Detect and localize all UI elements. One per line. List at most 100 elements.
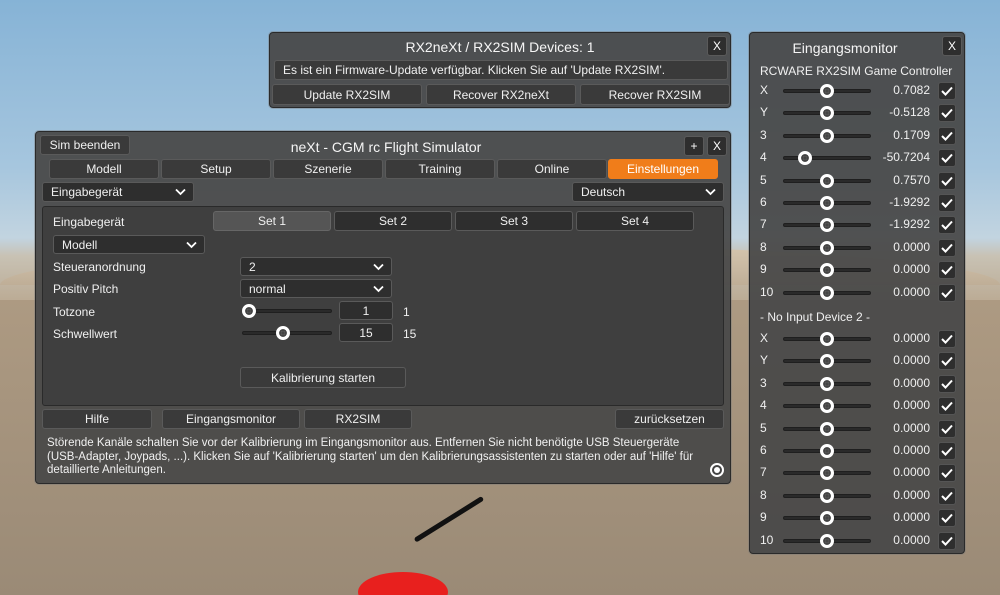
channel-enable-checkbox[interactable] <box>938 194 956 212</box>
slider-knob[interactable] <box>820 444 834 458</box>
totzone-input[interactable]: 1 <box>339 301 393 320</box>
input-monitor-close-button[interactable]: X <box>942 36 962 56</box>
slider-knob[interactable] <box>798 151 812 166</box>
channel-slider[interactable] <box>783 217 871 233</box>
slider-knob[interactable] <box>820 263 834 278</box>
channel-enable-checkbox[interactable] <box>938 374 956 393</box>
quit-sim-button[interactable]: Sim beenden <box>40 135 130 155</box>
channel-slider[interactable] <box>783 128 871 144</box>
slider-knob[interactable] <box>820 285 834 300</box>
channel-value: 0.0000 <box>893 262 930 277</box>
channel-slider[interactable] <box>783 331 871 347</box>
channel-slider[interactable] <box>783 533 871 549</box>
schwellwert-input[interactable]: 15 <box>339 323 393 342</box>
help-button[interactable]: Hilfe <box>42 409 152 429</box>
add-window-button[interactable]: + <box>684 136 704 156</box>
slider-knob[interactable] <box>820 218 834 233</box>
channel-slider[interactable] <box>783 150 871 166</box>
set-1-button[interactable]: Set 1 <box>213 211 331 231</box>
channel-enable-checkbox[interactable] <box>938 419 956 438</box>
slider-knob[interactable] <box>820 533 834 548</box>
calibrate-button[interactable]: Kalibrierung starten <box>240 367 406 388</box>
channel-enable-checkbox[interactable] <box>938 486 956 505</box>
rx2sim-close-button[interactable]: X <box>707 36 727 56</box>
channel-enable-checkbox[interactable] <box>938 330 956 348</box>
totzone-slider[interactable] <box>242 303 332 319</box>
tab-szenerie[interactable]: Szenerie <box>273 159 383 179</box>
checkmark-icon <box>941 469 953 479</box>
channel-slider[interactable] <box>783 488 871 504</box>
slider-knob[interactable] <box>820 196 834 210</box>
slider-knob[interactable] <box>820 488 834 503</box>
channel-slider[interactable] <box>783 443 871 459</box>
slider-knob[interactable] <box>820 421 834 436</box>
channel-slider[interactable] <box>783 240 871 256</box>
slider-knob[interactable] <box>820 173 834 188</box>
channel-enable-checkbox[interactable] <box>938 171 956 190</box>
set-3-button[interactable]: Set 3 <box>455 211 573 231</box>
channel-slider[interactable] <box>783 285 871 301</box>
channel-enable-checkbox[interactable] <box>938 509 956 528</box>
channel-enable-checkbox[interactable] <box>938 261 956 280</box>
slider-knob[interactable] <box>242 304 256 318</box>
slider-knob[interactable] <box>820 399 834 414</box>
slider-knob[interactable] <box>820 511 834 526</box>
slider-knob[interactable] <box>820 376 834 391</box>
info-toggle-radio[interactable] <box>710 463 724 477</box>
tab-setup[interactable]: Setup <box>161 159 271 179</box>
channel-enable-checkbox[interactable] <box>938 464 956 483</box>
category-select[interactable]: Eingabegerät <box>42 182 194 202</box>
slider-knob[interactable] <box>820 106 834 121</box>
channel-slider[interactable] <box>783 353 871 369</box>
set-2-button[interactable]: Set 2 <box>334 211 452 231</box>
channel-slider[interactable] <box>783 398 871 414</box>
model-select[interactable]: Modell <box>53 235 205 254</box>
channel-enable-checkbox[interactable] <box>938 531 956 550</box>
channel-slider[interactable] <box>783 83 871 99</box>
channel-slider[interactable] <box>783 465 871 481</box>
channel-enable-checkbox[interactable] <box>938 126 956 145</box>
channel-enable-checkbox[interactable] <box>938 397 956 416</box>
channel-enable-checkbox[interactable] <box>938 442 956 460</box>
channel-enable-checkbox[interactable] <box>938 104 956 123</box>
channel-slider[interactable] <box>783 195 871 211</box>
slider-knob[interactable] <box>820 84 834 98</box>
channel-enable-checkbox[interactable] <box>938 149 956 168</box>
checkmark-icon <box>941 198 953 208</box>
steueranordnung-select[interactable]: 2 <box>240 257 392 276</box>
recover-rx2next-button[interactable]: Recover RX2neXt <box>426 84 576 105</box>
channel-enable-checkbox[interactable] <box>938 238 956 257</box>
tab-einstellungen[interactable]: Einstellungen <box>608 159 718 179</box>
rx2sim-button[interactable]: RX2SIM <box>304 409 412 429</box>
schwellwert-slider[interactable] <box>242 325 332 341</box>
slider-knob[interactable] <box>820 332 834 346</box>
set-4-button[interactable]: Set 4 <box>576 211 694 231</box>
channel-enable-checkbox[interactable] <box>938 283 956 302</box>
tab-training[interactable]: Training <box>385 159 495 179</box>
chevron-down-icon <box>373 263 384 270</box>
slider-knob[interactable] <box>276 326 291 340</box>
slider-knob[interactable] <box>820 466 834 481</box>
slider-knob[interactable] <box>820 128 834 143</box>
input-monitor-button[interactable]: Eingangsmonitor <box>162 409 300 429</box>
channel-slider[interactable] <box>783 105 871 121</box>
channel-enable-checkbox[interactable] <box>938 352 956 371</box>
channel-slider[interactable] <box>783 376 871 392</box>
update-rx2sim-button[interactable]: Update RX2SIM <box>272 84 422 105</box>
channel-row: Y -0.5128 <box>750 102 964 124</box>
channel-slider[interactable] <box>783 262 871 278</box>
positiv-pitch-select[interactable]: normal <box>240 279 392 298</box>
channel-slider[interactable] <box>783 173 871 189</box>
slider-knob[interactable] <box>820 240 834 255</box>
channel-slider[interactable] <box>783 510 871 526</box>
recover-rx2sim-button[interactable]: Recover RX2SIM <box>580 84 730 105</box>
tab-online[interactable]: Online <box>497 159 607 179</box>
main-close-button[interactable]: X <box>707 136 727 156</box>
slider-knob[interactable] <box>820 354 834 369</box>
tab-modell[interactable]: Modell <box>49 159 159 179</box>
channel-slider[interactable] <box>783 421 871 437</box>
channel-enable-checkbox[interactable] <box>938 216 956 235</box>
reset-button[interactable]: zurücksetzen <box>615 409 724 429</box>
channel-enable-checkbox[interactable] <box>938 82 956 100</box>
language-select[interactable]: Deutsch <box>572 182 724 202</box>
